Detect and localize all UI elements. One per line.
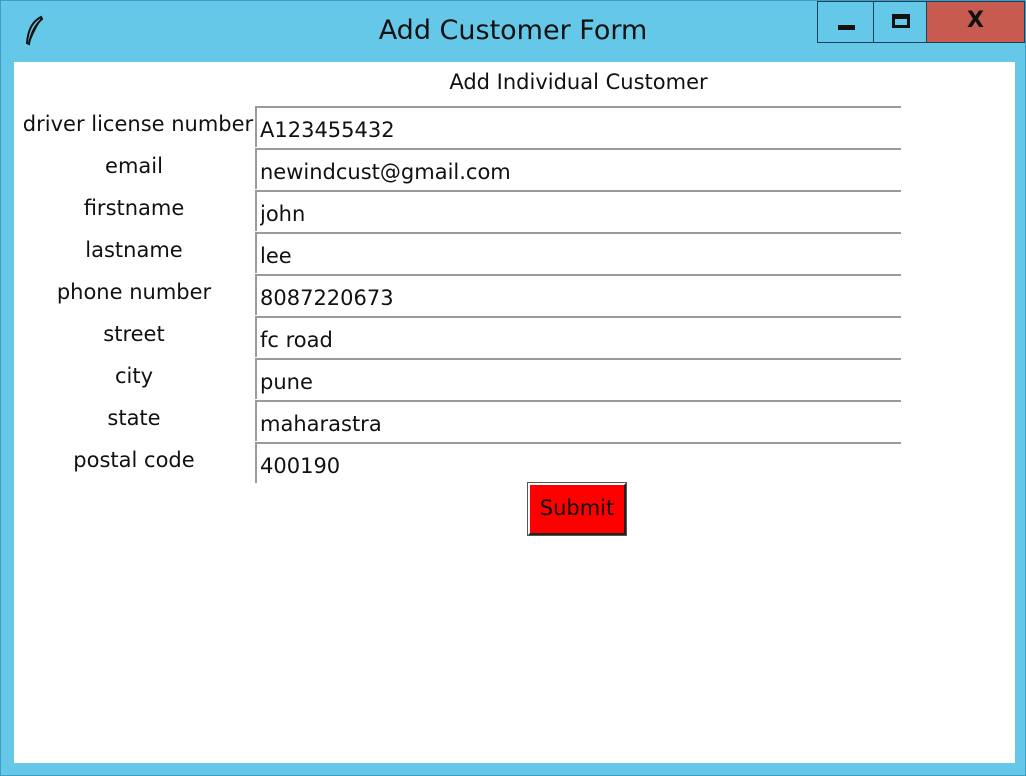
email-input[interactable] [255,148,901,189]
form-area: Add Individual Customer driver license n… [14,62,1015,763]
field-row-driver-license: driver license number [14,106,914,148]
street-input[interactable] [255,316,901,357]
street-label: street [103,322,165,346]
field-row-state: state [14,400,914,442]
state-input[interactable] [255,400,901,441]
field-row-email: email [14,148,914,190]
field-row-postal-code: postal code [14,442,914,484]
app-window: Add Customer Form X Add Individual Custo… [0,0,1026,776]
driver-license-label: driver license number [22,112,254,136]
title-bar[interactable]: Add Customer Form X [1,1,1025,61]
city-label: city [114,364,154,388]
minimize-button[interactable] [817,1,874,43]
form-heading: Add Individual Customer [449,70,708,94]
field-row-lastname: lastname [14,232,914,274]
lastname-input[interactable] [255,232,901,273]
phone-number-input[interactable] [255,274,901,315]
firstname-label: firstname [83,196,185,220]
phone-number-label: phone number [56,280,212,304]
close-icon: X [967,8,984,33]
submit-button[interactable]: Submit [527,482,627,536]
state-label: state [107,406,161,430]
field-row-city: city [14,358,914,400]
city-input[interactable] [255,358,901,399]
maximize-button[interactable] [873,1,927,43]
field-row-street: street [14,316,914,358]
field-row-phone: phone number [14,274,914,316]
email-label: email [105,154,163,178]
driver-license-input[interactable] [255,106,901,147]
lastname-label: lastname [85,238,183,262]
close-button[interactable]: X [926,1,1025,43]
firstname-input[interactable] [255,190,901,231]
postal-code-input[interactable] [255,442,901,483]
maximize-icon [892,14,910,28]
postal-code-label: postal code [73,448,195,472]
minimize-icon [838,25,855,30]
field-row-firstname: firstname [14,190,914,232]
